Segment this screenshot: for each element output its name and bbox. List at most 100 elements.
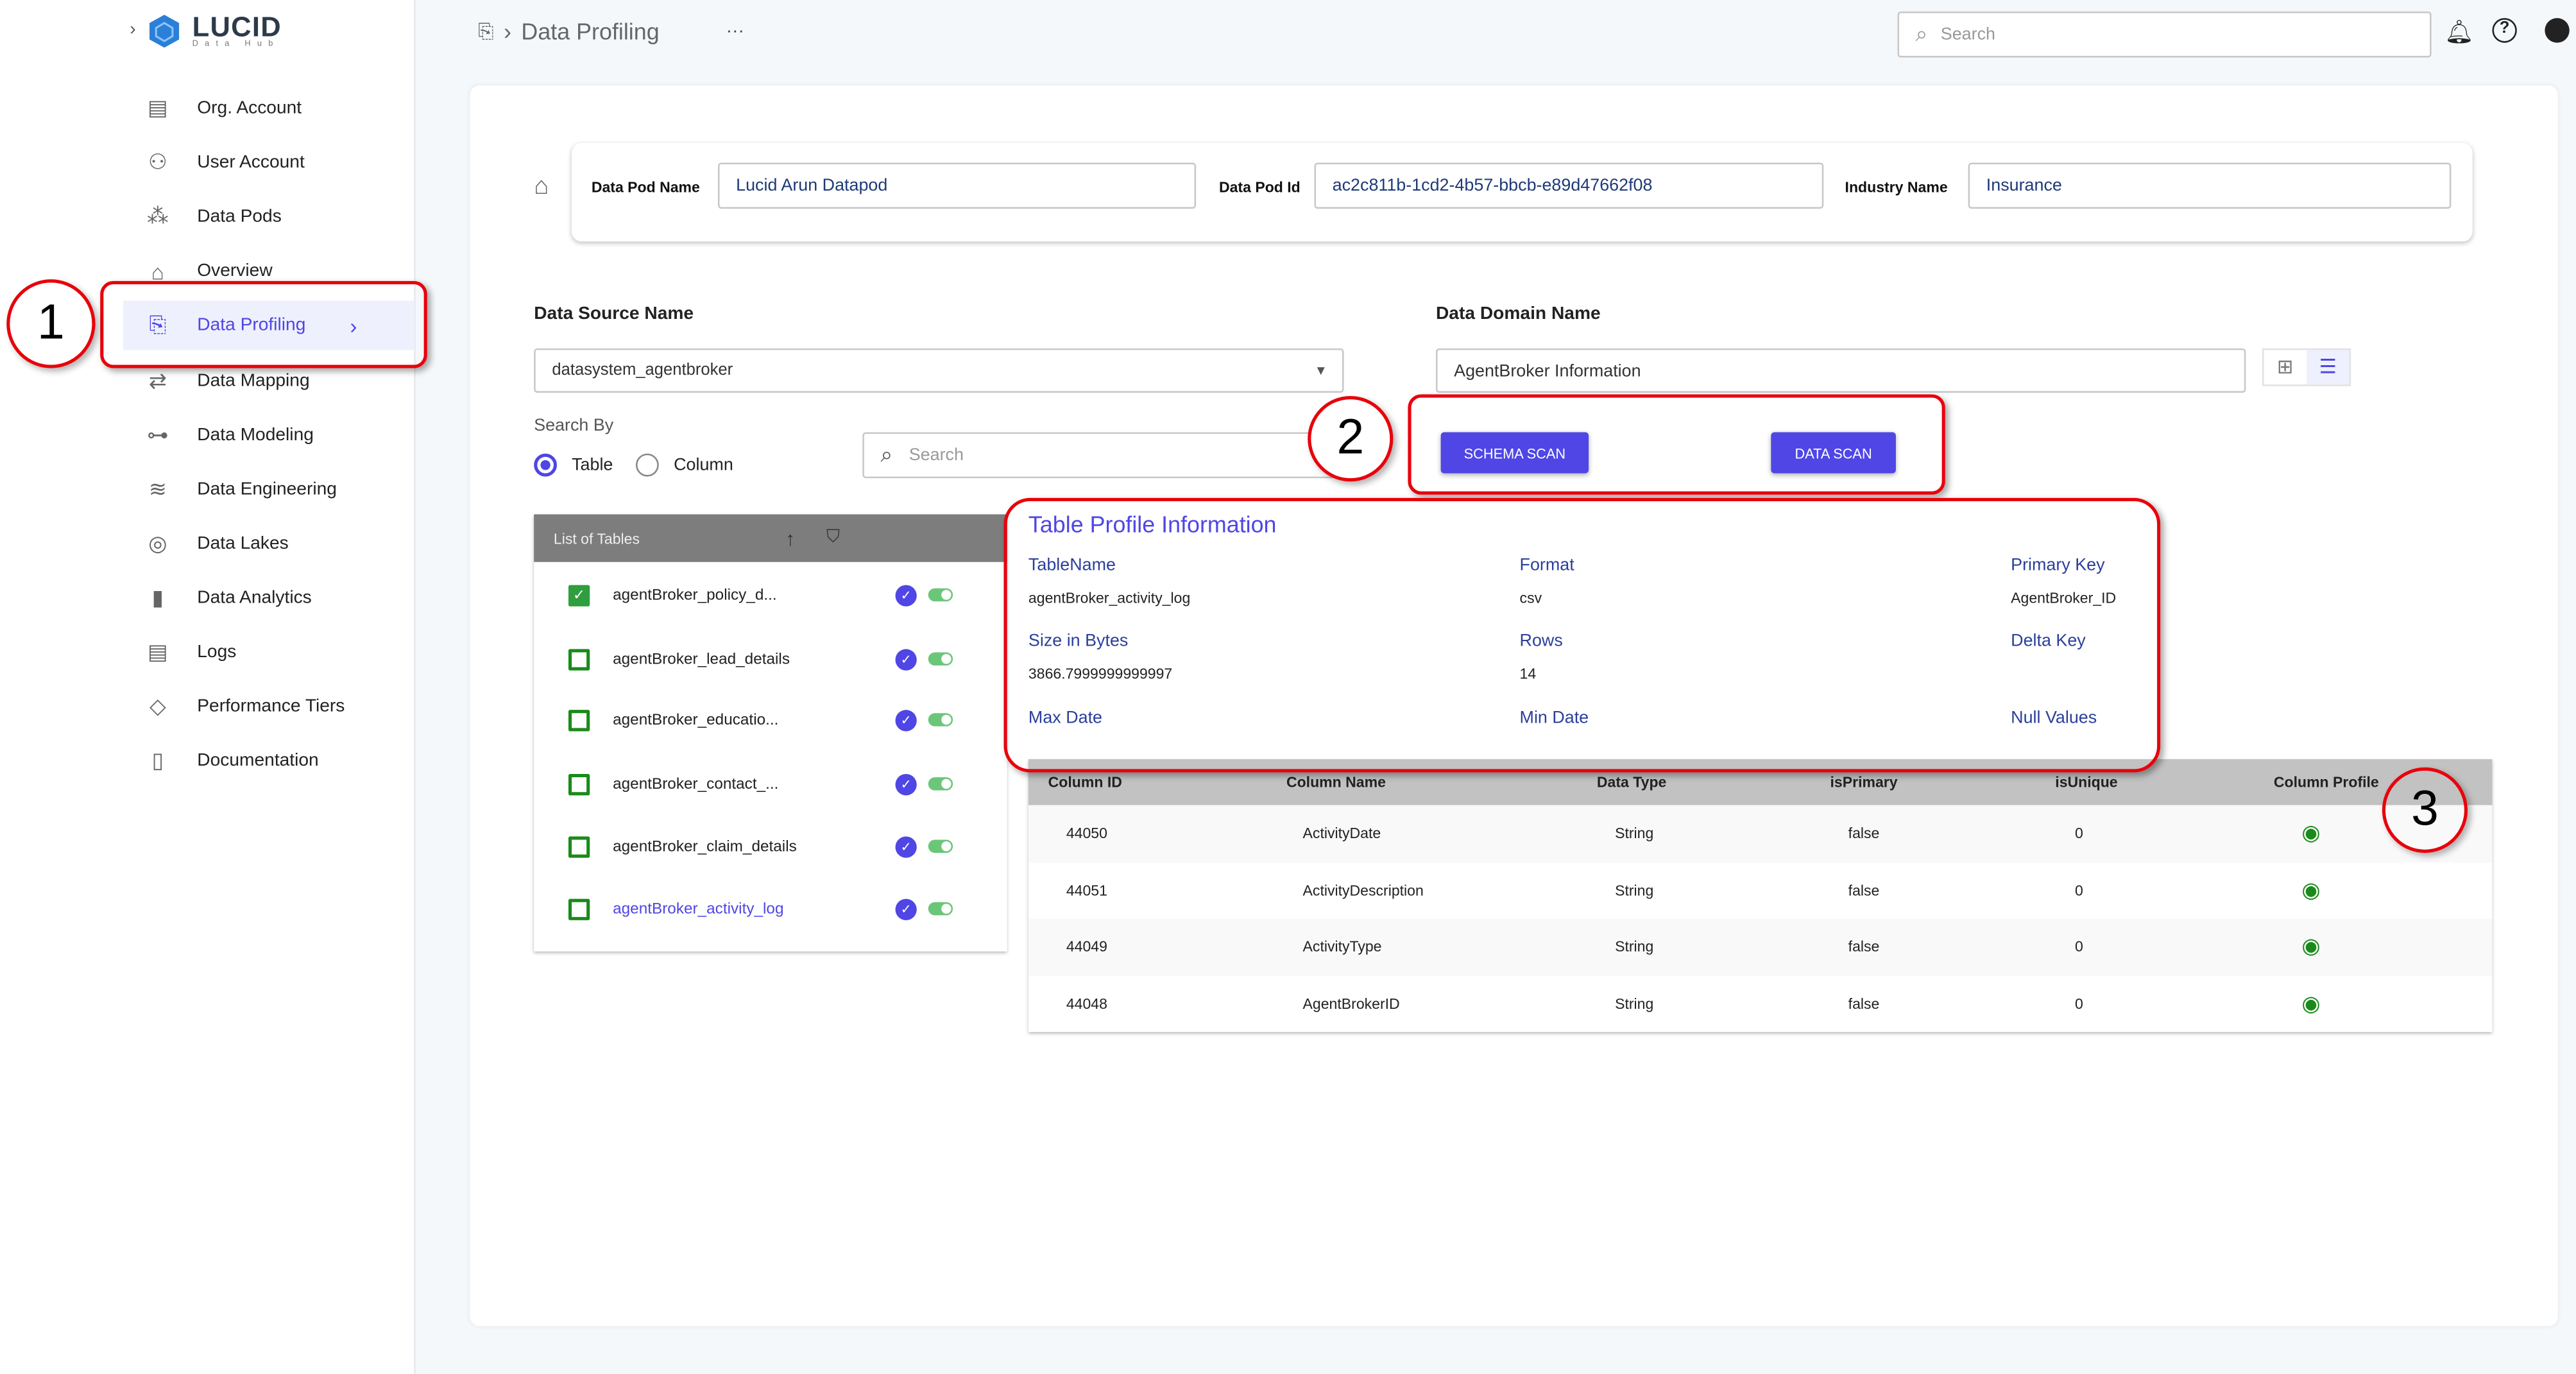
table-toggle[interactable]	[928, 902, 953, 916]
radio-table[interactable]	[534, 453, 558, 477]
verified-check-icon: ✓	[895, 898, 917, 920]
verified-check-icon: ✓	[895, 708, 917, 731]
table-name[interactable]: agentBroker_claim_details	[613, 837, 895, 855]
table-checkbox[interactable]	[568, 648, 590, 670]
table-name[interactable]: agentBroker_activity_log	[613, 900, 895, 918]
eye-icon[interactable]: ◉	[2301, 990, 2320, 1017]
industry-name-label: Industry Name	[1845, 179, 1948, 196]
table-list-item[interactable]: agentBroker_activity_log ✓	[534, 877, 1007, 940]
list-view-icon[interactable]: ☰	[2307, 350, 2350, 385]
data-source-label: Data Source Name	[534, 304, 694, 324]
sidebar-item-label: User Account	[197, 153, 305, 173]
table-list-item[interactable]: agentBroker_contact_... ✓	[534, 753, 1007, 815]
help-icon[interactable]: ?	[2492, 18, 2517, 43]
table-toggle[interactable]	[928, 652, 953, 666]
table-name[interactable]: agentBroker_educatio...	[613, 710, 895, 728]
sidebar-item-data-engineering[interactable]: ≋ Data Engineering	[123, 465, 414, 514]
sidebar-item-user-account[interactable]: ⚇ User Account	[123, 138, 414, 187]
data-pod-id-field[interactable]: ac2c811b-1cd2-4b57-bbcb-e89d47662f08	[1314, 162, 1824, 209]
table-toggle[interactable]	[928, 777, 953, 791]
table-checkbox[interactable]	[568, 773, 590, 795]
data-pod-name-field[interactable]: Lucid Arun Datapod	[717, 162, 1197, 209]
sidebar-item-data-pods[interactable]: ⁂ Data Pods	[123, 193, 414, 242]
global-search-input[interactable]: ⌕ Search	[1897, 11, 2432, 58]
table-list-item[interactable]: agentBroker_lead_details ✓	[534, 628, 1007, 690]
sidebar-item-label: Logs	[197, 642, 237, 662]
table-search-input[interactable]: ⌕ Search	[862, 432, 1339, 479]
table-list-item[interactable]: agentBroker_claim_details ✓	[534, 815, 1007, 877]
table-toggle[interactable]	[928, 588, 953, 602]
sidebar-item-label: Data Lakes	[197, 533, 289, 554]
building-icon: ▤	[148, 95, 168, 120]
search-icon: ⌕	[880, 442, 893, 467]
table-checkbox[interactable]	[568, 836, 590, 857]
cell-column-id: 44050	[1066, 825, 1107, 842]
table-checkbox[interactable]: ✓	[568, 584, 590, 606]
radio-column-label: Column	[674, 455, 733, 476]
column-header-column-id: Column ID	[1048, 774, 1122, 791]
table-toggle[interactable]	[928, 839, 953, 853]
cell-isunique: 0	[2075, 825, 2083, 842]
table-name[interactable]: agentBroker_contact_...	[613, 775, 895, 793]
radio-column[interactable]	[636, 453, 660, 477]
table-list-title: List of Tables	[553, 529, 640, 547]
bell-icon[interactable]: 🔔︎	[2444, 18, 2474, 46]
annotation-highlight-3	[1003, 497, 2161, 773]
data-domain-field[interactable]: AgentBroker Information	[1435, 348, 2246, 393]
table-list-item[interactable]: ✓ agentBroker_policy_d... ✓	[534, 563, 1007, 626]
sidebar-item-performance-tiers[interactable]: ◇ Performance Tiers	[123, 682, 414, 732]
data-pod-id-label: Data Pod Id	[1218, 179, 1301, 196]
verified-check-icon: ✓	[895, 836, 917, 857]
column-header-isprimary: isPrimary	[1830, 774, 1898, 791]
sidebar-item-org-account[interactable]: ▤ Org. Account	[123, 84, 414, 133]
radio-table-label: Table	[572, 455, 613, 476]
expand-chevron-icon[interactable]: ›	[130, 20, 135, 40]
table-checkbox[interactable]	[568, 898, 590, 920]
table-toggle[interactable]	[928, 713, 953, 726]
cell-column-name: ActivityDate	[1302, 825, 1381, 842]
sidebar-item-label: Data Engineering	[197, 479, 337, 499]
sidebar-item-data-analytics[interactable]: ▮ Data Analytics	[123, 573, 414, 623]
search-by-label: Search By	[534, 415, 614, 436]
cell-isunique: 0	[2075, 938, 2083, 956]
grid-view-icon[interactable]: ⊞	[2264, 350, 2307, 384]
account-avatar-icon[interactable]	[2545, 18, 2570, 43]
sidebar-item-data-modeling[interactable]: ⊶ Data Modeling	[123, 410, 414, 459]
column-header-isunique: isUnique	[2055, 774, 2118, 791]
sidebar-item-label: Data Mapping	[197, 370, 310, 391]
sidebar-item-label: Performance Tiers	[197, 696, 345, 717]
table-name[interactable]: agentBroker_lead_details	[613, 650, 895, 668]
eye-icon[interactable]: ◉	[2301, 820, 2320, 846]
home-icon[interactable]: ⌂	[534, 173, 549, 201]
table-row: 44051 ActivityDescription String false 0 ◉	[1028, 862, 2493, 919]
data-source-select[interactable]: datasystem_agentbroker ▼	[534, 348, 1344, 393]
cell-column-id: 44049	[1066, 938, 1107, 956]
annotation-highlight-1	[100, 280, 427, 368]
cell-column-name: AgentBrokerID	[1302, 995, 1400, 1012]
cell-data-type: String	[1615, 938, 1654, 956]
column-header-column-name: Column Name	[1286, 774, 1386, 791]
mapping-arrows-icon: ⇄	[148, 367, 167, 392]
filter-icon[interactable]: ⛉	[826, 528, 840, 549]
breadcrumb-separator-icon: ›	[504, 18, 512, 45]
breadcrumb-current[interactable]: Data Profiling	[521, 18, 659, 44]
eye-icon[interactable]: ◉	[2301, 934, 2320, 960]
logo-name: LUCID	[192, 11, 282, 43]
document-icon: ▯	[151, 748, 164, 773]
more-menu-button[interactable]: ···	[726, 21, 744, 41]
columns-table: Column ID Column Name Data Type isPrimary is…	[1028, 759, 2493, 1033]
table-list-item[interactable]: agentBroker_educatio... ✓	[534, 689, 1007, 751]
chevron-down-icon: ▼	[1314, 363, 1327, 378]
annotation-marker-2: 2	[1308, 396, 1394, 482]
table-row: 44049 ActivityType String false 0 ◉	[1028, 918, 2493, 975]
annotation-highlight-2	[1408, 394, 1945, 495]
table-checkbox[interactable]	[568, 708, 590, 731]
table-name[interactable]: agentBroker_policy_d...	[613, 586, 895, 604]
sort-ascending-icon[interactable]: ↑	[785, 527, 795, 550]
sidebar-item-data-lakes[interactable]: ◎ Data Lakes	[123, 519, 414, 569]
sidebar-item-logs[interactable]: ▤ Logs	[123, 628, 414, 677]
eye-icon[interactable]: ◉	[2301, 877, 2320, 904]
sidebar-item-documentation[interactable]: ▯ Documentation	[123, 737, 414, 786]
industry-name-field[interactable]: Insurance	[1968, 162, 2452, 209]
column-header-data-type: Data Type	[1596, 774, 1667, 791]
